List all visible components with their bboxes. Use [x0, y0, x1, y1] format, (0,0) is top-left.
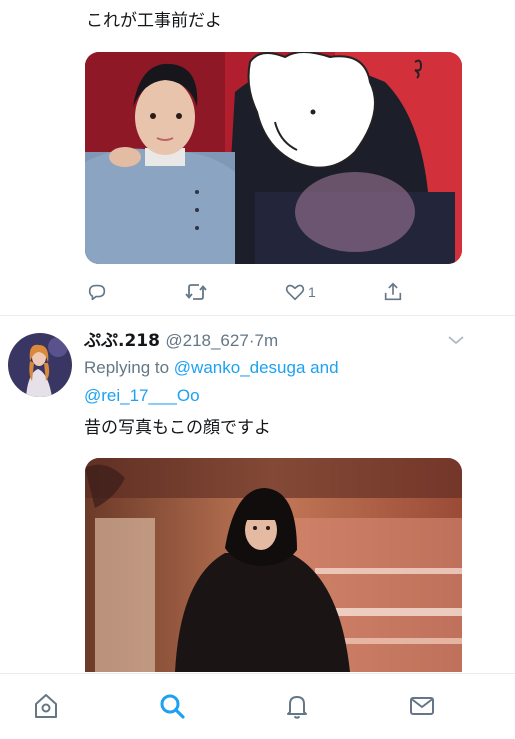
- tweet-text: 昔の写真もこの顔ですよ: [84, 418, 271, 438]
- chevron-down-icon: [448, 336, 464, 345]
- tweet-photo[interactable]: [85, 52, 462, 264]
- tweet-photo[interactable]: [85, 458, 462, 672]
- home-icon: [35, 694, 57, 718]
- avatar[interactable]: [8, 333, 72, 397]
- mention-link[interactable]: @rei_17___Oo: [84, 386, 200, 405]
- tweet-divider: [0, 315, 515, 316]
- tab-home[interactable]: [30, 690, 62, 722]
- like-count: 1: [308, 284, 316, 300]
- heart-icon: [285, 284, 305, 301]
- like-button[interactable]: 1: [284, 278, 316, 306]
- search-icon: [160, 694, 185, 719]
- user-handle[interactable]: @218_627: [165, 331, 248, 350]
- tweet-header: ぷぷ.218 @218_627·7m: [84, 330, 278, 352]
- mention-link[interactable]: @wanko_desuga: [174, 358, 306, 377]
- replying-prefix: Replying to: [84, 358, 170, 377]
- bell-icon: [287, 696, 307, 719]
- retweet-icon: [185, 284, 207, 300]
- tweet-actions: 1: [84, 278, 414, 306]
- tab-bar: [0, 673, 515, 739]
- conjunction: and: [310, 358, 339, 377]
- reply-icon: [88, 284, 106, 301]
- tweet-menu-button[interactable]: [446, 332, 466, 352]
- timestamp[interactable]: 7m: [254, 331, 278, 350]
- replying-to: Replying to @wanko_desuga and: [84, 357, 339, 379]
- replying-to-line-2: @rei_17___Oo: [84, 385, 200, 407]
- tab-notifications[interactable]: [281, 690, 313, 722]
- tweet-text: これが工事前だよ: [86, 11, 222, 31]
- tab-search[interactable]: [156, 690, 188, 722]
- share-button[interactable]: [382, 278, 404, 306]
- reply-button[interactable]: [86, 278, 110, 306]
- display-name[interactable]: ぷぷ.218: [84, 331, 160, 351]
- share-icon: [384, 282, 402, 301]
- tab-messages[interactable]: [406, 690, 438, 722]
- mail-icon: [410, 697, 434, 715]
- retweet-button[interactable]: [184, 278, 210, 306]
